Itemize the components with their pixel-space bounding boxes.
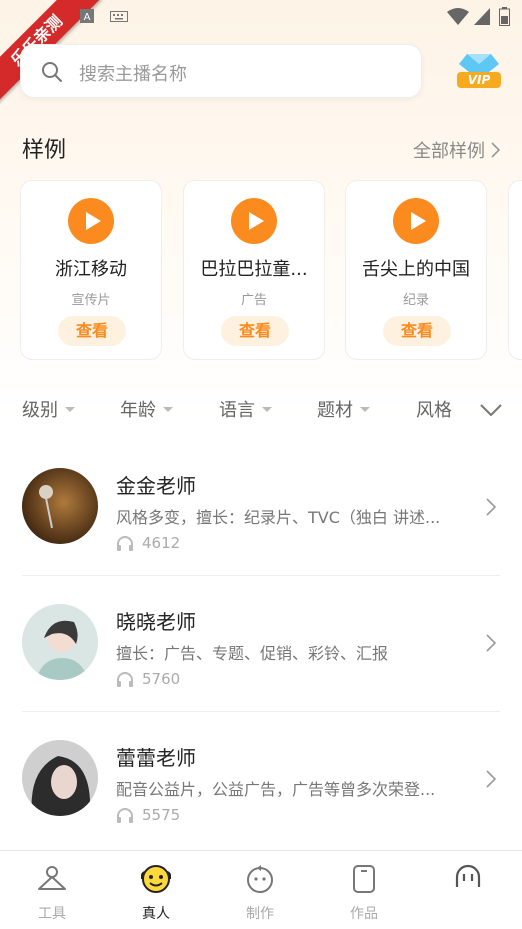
filter-age[interactable]: 年龄 — [120, 396, 173, 422]
avatar — [22, 468, 98, 544]
divider — [22, 575, 500, 576]
sample-type: 广告 — [240, 293, 267, 308]
bottom-tab-bar: 工具 真人 制作 作品 — [0, 850, 522, 929]
teacher-name: 晓晓老师 — [116, 610, 196, 634]
tab-make[interactable]: 制作 — [208, 851, 312, 929]
chevron-right-icon — [486, 634, 496, 652]
filter-subject[interactable]: 题材 — [317, 396, 370, 422]
sample-name: 舌尖上的中国 — [362, 259, 470, 280]
teacher-desc: 风格多变，擅长：纪录片、TVC（独白 讲述... — [116, 508, 441, 527]
teacher-name: 金金老师 — [116, 474, 196, 498]
teacher-row[interactable]: 金金老师 风格多变，擅长：纪录片、TVC（独白 讲述... 4612 — [0, 442, 522, 578]
caret-down-icon — [262, 406, 272, 412]
teacher-name: 蕾蕾老师 — [116, 746, 196, 770]
tab-label: 作品 — [350, 906, 378, 922]
view-button[interactable]: 查看 — [383, 316, 451, 346]
filter-label: 风格 — [416, 400, 452, 421]
view-button[interactable]: 查看 — [221, 316, 289, 346]
play-icon[interactable] — [68, 198, 114, 244]
sample-type: 纪录 — [402, 293, 429, 308]
teacher-row[interactable]: 晓晓老师 擅长：广告、专题、促销、彩铃、汇报 5760 — [0, 578, 522, 714]
headphones-icon — [117, 808, 133, 823]
tab-label: 真人 — [142, 906, 170, 922]
play-icon[interactable] — [231, 198, 277, 244]
sample-card[interactable]: 舌尖上的中国 纪录 查看 — [345, 180, 487, 360]
filter-level[interactable]: 级别 — [22, 396, 75, 422]
play-count: 4612 — [116, 534, 180, 552]
avatar — [22, 740, 98, 816]
samples-title: 样例 — [22, 138, 67, 163]
all-samples-label: 全部样例 — [413, 141, 485, 162]
tab-tools[interactable]: 工具 — [0, 851, 104, 929]
tab-works[interactable]: 作品 — [312, 851, 416, 929]
caret-down-icon — [360, 406, 370, 412]
caret-down-icon — [163, 406, 173, 412]
face-icon — [141, 865, 171, 893]
sample-type: 宣传片 — [71, 293, 111, 308]
tab-label: 制作 — [246, 906, 274, 922]
avatar — [22, 604, 98, 680]
vip-label: VIP — [468, 73, 491, 87]
filter-label: 级别 — [22, 400, 58, 421]
tab-me[interactable] — [416, 851, 520, 929]
play-count-value: 4612 — [142, 534, 181, 552]
caret-down-icon — [65, 406, 75, 412]
filter-label: 语言 — [219, 400, 255, 421]
search-icon — [42, 62, 62, 82]
signal-icon — [474, 8, 490, 25]
status-bar: 乐乐亲测 A — [0, 0, 522, 105]
ghost-icon — [455, 864, 481, 887]
tab-real-person[interactable]: 真人 — [104, 851, 208, 929]
svg-text:A: A — [84, 12, 91, 23]
tab-label: 工具 — [38, 906, 66, 922]
keyboard-icon — [110, 11, 128, 22]
chevron-down-icon[interactable] — [480, 404, 502, 416]
hanger-icon — [38, 866, 66, 890]
font-icon: A — [80, 9, 94, 23]
filter-bar: 级别 年龄 语言 题材 风格 — [0, 390, 522, 428]
teacher-row[interactable]: 蕾蕾老师 配音公益片，公益广告，广告等曾多次荣登... 5575 — [0, 714, 522, 850]
vip-icon[interactable]: VIP — [455, 50, 503, 92]
filter-style[interactable]: 风格 — [416, 396, 452, 422]
sample-card[interactable]: 巴拉巴拉童... 广告 查看 — [183, 180, 325, 360]
filter-language[interactable]: 语言 — [219, 396, 272, 422]
phone-icon — [353, 865, 375, 893]
sample-name: 浙江移动 — [55, 259, 127, 280]
filter-label: 题材 — [317, 400, 353, 421]
teacher-desc: 配音公益片，公益广告，广告等曾多次荣登... — [116, 780, 436, 799]
sample-name: 巴拉巴拉童... — [200, 259, 308, 280]
play-count-value: 5760 — [142, 670, 181, 688]
play-icon[interactable] — [393, 198, 439, 244]
view-button[interactable]: 查看 — [58, 316, 126, 346]
chevron-right-icon — [486, 498, 496, 516]
filter-label: 年龄 — [120, 400, 156, 421]
play-count: 5575 — [116, 806, 180, 824]
battery-icon — [499, 7, 510, 26]
divider — [22, 711, 500, 712]
chevron-right-icon — [491, 142, 500, 158]
wifi-icon — [447, 8, 469, 25]
sample-card[interactable]: 浙江移动 宣传片 查看 — [20, 180, 162, 360]
headphones-icon — [117, 672, 133, 687]
sample-card-peek[interactable] — [508, 180, 522, 360]
search-input[interactable]: 搜索主播名称 — [79, 60, 187, 86]
chevron-right-icon — [486, 770, 496, 788]
search-bar[interactable]: 搜索主播名称 — [20, 44, 422, 98]
play-count-value: 5575 — [142, 806, 181, 824]
teacher-desc: 擅长：广告、专题、促销、彩铃、汇报 — [116, 644, 389, 663]
all-samples-link[interactable]: 全部样例 — [413, 137, 500, 163]
headphones-icon — [117, 536, 133, 551]
play-count: 5760 — [116, 670, 180, 688]
refresh-face-icon — [247, 865, 273, 893]
